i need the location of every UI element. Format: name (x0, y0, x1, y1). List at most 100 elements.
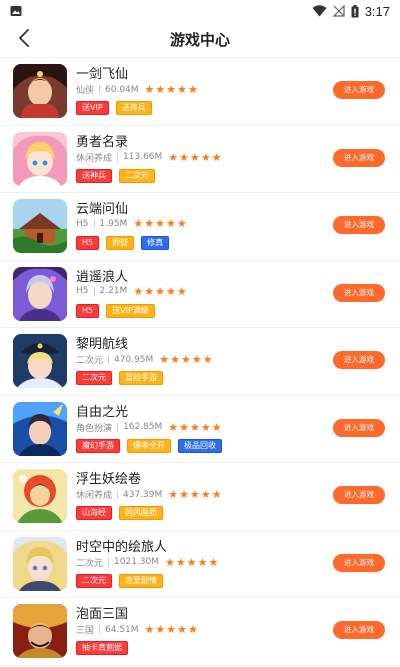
enter-game-button[interactable]: 进入游戏 (333, 216, 385, 234)
game-row[interactable]: 自由之光 角色扮演 162.85M ★ ★ ★ ★ ★ 魔幻手游 爆率全开 极品… (0, 396, 400, 463)
star-icon: ★ (166, 83, 177, 96)
game-tags: 送VIP 送神兵 (76, 101, 152, 115)
star-icon: ★ (190, 488, 200, 501)
star-icon: ★ (202, 353, 213, 366)
game-meta: 角色扮演 162.85M ★ ★ ★ ★ ★ (76, 421, 223, 434)
enter-game-button[interactable]: 进入游戏 (333, 486, 385, 504)
star-rating: ★ ★ ★ ★ ★ (168, 489, 222, 500)
game-name: 勇者名录 (76, 134, 129, 150)
star-rating: ★ ★ ★ ★ ★ (133, 218, 187, 229)
star-icon: ★ (133, 284, 144, 298)
game-thumbnail[interactable] (13, 266, 67, 321)
game-meta: H5 1.95M ★ ★ ★ ★ ★ (76, 218, 188, 229)
game-name: 泡面三国 (76, 607, 129, 622)
star-icon: ★ (177, 83, 188, 96)
star-icon: ★ (211, 420, 222, 434)
game-size: 113.66M (123, 152, 163, 162)
star-icon: ★ (200, 420, 211, 434)
game-row[interactable]: 云端问仙 H5 1.95M ★ ★ ★ ★ ★ H5 师徒 修真 进入游戏 (0, 193, 400, 261)
game-tag: 送VIP满级 (106, 303, 155, 318)
status-bar: 3:17 (0, 0, 400, 22)
game-name: 云端问仙 (76, 202, 129, 217)
game-tags: 山海经 国风画质 (76, 506, 163, 520)
game-size: 162.85M (123, 422, 163, 432)
game-size: 1.95M (99, 218, 128, 229)
game-tag: 爆率全开 (127, 438, 171, 453)
star-icon: ★ (168, 150, 179, 164)
star-icon: ★ (208, 555, 219, 569)
game-category: 休闲养成 (76, 491, 113, 501)
star-icon: ★ (211, 488, 222, 501)
game-thumbnail[interactable] (13, 64, 67, 118)
game-tags: 二次元 恋爱剧情 (76, 573, 163, 588)
star-icon: ★ (177, 623, 188, 636)
game-category: 休闲养成 (76, 153, 113, 164)
star-icon: ★ (155, 284, 165, 298)
enter-game-button[interactable]: 进入游戏 (333, 553, 385, 572)
enter-game-button[interactable]: 进入游戏 (333, 283, 385, 302)
game-size: 2.21M (99, 286, 128, 296)
game-tag: 抽卡真割据 (76, 641, 128, 655)
game-tag: H5 (76, 236, 100, 250)
game-thumbnail[interactable] (13, 131, 67, 186)
game-tags: H5 送VIP满级 (76, 303, 155, 318)
game-name: 逍遥浪人 (76, 269, 129, 285)
enter-game-button[interactable]: 进入游戏 (333, 418, 385, 437)
star-icon: ★ (211, 150, 222, 164)
game-size: 60.04M (105, 84, 139, 95)
game-tag: 冒险手游 (119, 371, 163, 385)
game-row[interactable]: 逍遥浪人 H5 2.21M ★ ★ ★ ★ ★ H5 送VIP满级 进入游戏 (0, 261, 400, 328)
star-icon: ★ (155, 217, 165, 230)
game-thumbnail[interactable] (13, 401, 67, 456)
game-meta: 三国 64.51M ★ ★ ★ ★ ★ (76, 623, 199, 636)
enter-game-button[interactable]: 进入游戏 (333, 148, 385, 167)
game-row[interactable]: 浮生妖绘卷 休闲养成 437.39M ★ ★ ★ ★ ★ 山海经 国风画质 进入… (0, 463, 400, 531)
star-icon: ★ (159, 353, 170, 366)
game-row[interactable]: 一剑飞仙 仙侠 60.04M ★ ★ ★ ★ ★ 送VIP 送神兵 进入游戏 (0, 58, 400, 126)
game-category: H5 (76, 218, 89, 229)
game-tags: 送神兵 二次元 (76, 168, 155, 183)
game-tag: 极品回收 (178, 438, 222, 453)
star-icon: ★ (188, 83, 198, 96)
star-icon: ★ (186, 555, 197, 569)
star-icon: ★ (144, 623, 155, 636)
game-thumbnail[interactable] (13, 604, 67, 658)
game-meta: 二次元 1021.30M ★ ★ ★ ★ ★ (76, 556, 219, 569)
game-row[interactable]: 泡面三国 三国 64.51M ★ ★ ★ ★ ★ 抽卡真割据 进入游戏 (0, 598, 400, 666)
star-icon: ★ (176, 217, 187, 230)
divider (117, 152, 119, 162)
game-row[interactable]: 时空中的绘旅人 二次元 1021.30M ★ ★ ★ ★ ★ 二次元 恋爱剧情 … (0, 531, 400, 598)
enter-game-button[interactable]: 进入游戏 (333, 351, 385, 369)
star-rating: ★ ★ ★ ★ ★ (159, 354, 213, 365)
star-icon: ★ (155, 83, 166, 96)
game-thumbnail[interactable] (13, 334, 67, 388)
star-icon: ★ (179, 420, 190, 434)
divider (93, 219, 95, 228)
back-button[interactable] (10, 26, 38, 54)
game-tags: 二次元 冒险手游 (76, 371, 163, 385)
game-row[interactable]: 黎明航线 二次元 470.95M ★ ★ ★ ★ ★ 二次元 冒险手游 进入游戏 (0, 328, 400, 396)
enter-game-button[interactable]: 进入游戏 (333, 621, 385, 639)
game-tag: H5 (76, 303, 100, 318)
nav-bar: 游戏中心 (0, 22, 400, 58)
game-category: 三国 (76, 626, 95, 636)
star-icon: ★ (165, 555, 175, 569)
star-icon: ★ (144, 284, 155, 298)
page-title: 游戏中心 (169, 31, 230, 49)
divider (99, 85, 101, 94)
game-tags: 抽卡真割据 (76, 641, 128, 655)
game-meta: 休闲养成 437.39M ★ ★ ★ ★ ★ (76, 488, 223, 501)
game-tag: 二次元 (76, 371, 112, 385)
game-thumbnail[interactable] (13, 536, 67, 591)
enter-game-button[interactable]: 进入游戏 (333, 81, 385, 99)
star-icon: ★ (181, 353, 191, 366)
game-row[interactable]: 勇者名录 休闲养成 113.66M ★ ★ ★ ★ ★ 送神兵 二次元 进入游戏 (0, 126, 400, 193)
star-icon: ★ (176, 284, 187, 298)
star-icon: ★ (179, 488, 190, 501)
battery-icon (351, 4, 359, 18)
game-thumbnail[interactable] (13, 469, 67, 523)
game-size: 64.51M (105, 624, 139, 635)
gallery-icon (10, 2, 22, 21)
divider (108, 355, 110, 364)
game-thumbnail[interactable] (13, 199, 67, 253)
